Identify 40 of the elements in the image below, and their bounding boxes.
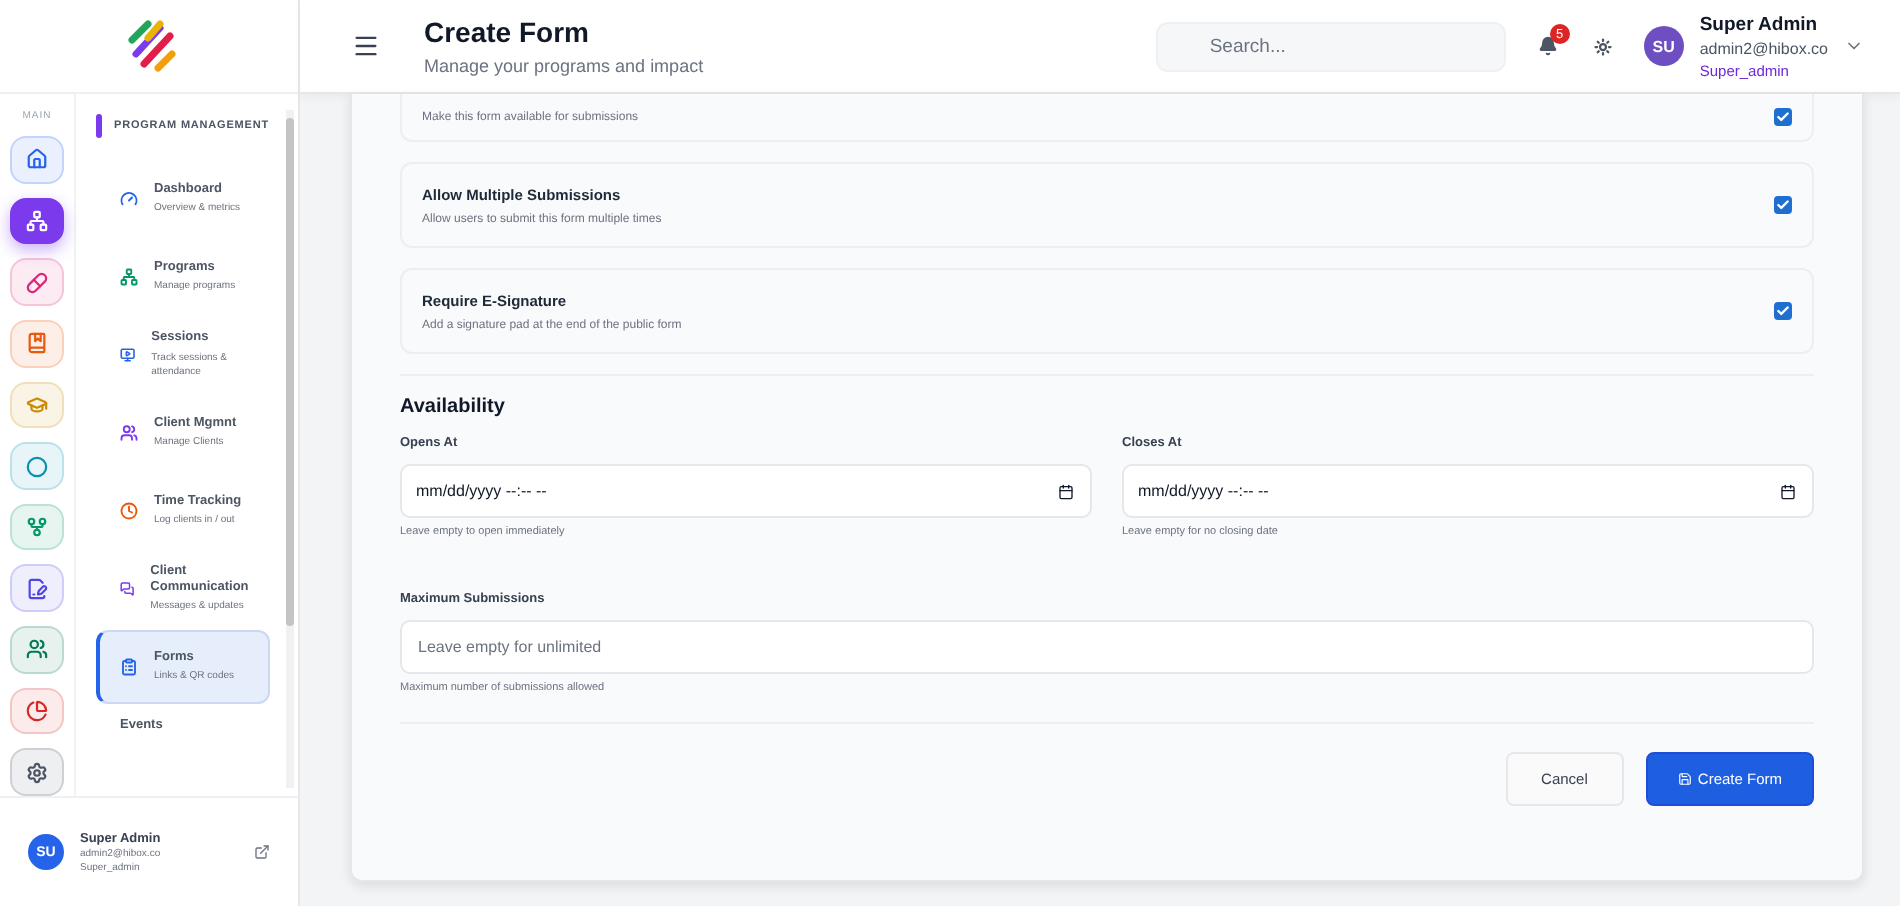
hierarchy-icon (26, 209, 48, 232)
bell-icon[interactable] (1537, 36, 1558, 56)
checkbox[interactable] (1774, 302, 1792, 320)
input-field[interactable]: Leave empty for unlimited (400, 620, 1814, 674)
circle-icon (26, 455, 48, 478)
gauge-icon (120, 190, 138, 208)
avatar[interactable]: SU (1643, 26, 1684, 66)
clock-icon (120, 502, 138, 520)
checkbox[interactable] (1774, 108, 1792, 126)
search-field[interactable]: Search... (1155, 21, 1506, 71)
calendar-icon[interactable] (1058, 483, 1074, 499)
sun-icon[interactable] (1593, 37, 1612, 55)
user-name: Super Admin (1699, 13, 1820, 35)
document-pen-icon (26, 577, 48, 600)
graduation-cap-icon (26, 393, 48, 416)
calendar-icon[interactable] (1780, 483, 1796, 499)
page-subtitle: Manage your programs and impact (424, 56, 706, 76)
branch-icon (26, 516, 48, 539)
date-time-field[interactable]: mm/dd/yyyy --:-- -- (1122, 464, 1814, 518)
external-link-icon[interactable] (254, 844, 270, 860)
checkbox[interactable] (1774, 196, 1792, 214)
save-icon (1677, 772, 1692, 786)
clipboard-icon (120, 658, 138, 676)
heading-bar (96, 114, 102, 138)
pie-chart-icon (26, 700, 48, 723)
menu-icon[interactable] (352, 32, 380, 60)
section-title: Availability (400, 396, 507, 418)
hierarchy-icon (120, 268, 138, 286)
home-icon (26, 148, 48, 171)
date-time-field[interactable]: mm/dd/yyyy --:-- -- (400, 464, 1092, 518)
user-email: admin2@hibox.co (1699, 39, 1828, 57)
rail-button[interactable] (10, 197, 64, 245)
book-icon (26, 332, 48, 355)
people-icon (26, 638, 48, 661)
page-title: Create Form (424, 16, 591, 48)
people-icon (120, 424, 138, 442)
settings-icon (26, 761, 48, 784)
chat-icon (120, 580, 135, 598)
monitor-icon (120, 346, 136, 364)
pill-icon (26, 271, 48, 294)
